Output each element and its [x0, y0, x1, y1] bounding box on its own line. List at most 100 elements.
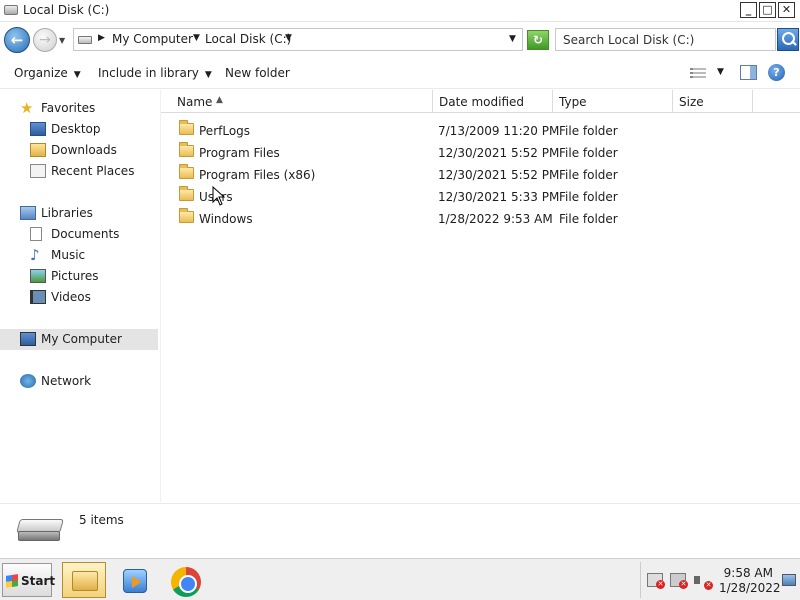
address-dropdown-icon[interactable]: ▼: [509, 34, 516, 44]
close-button[interactable]: ✕: [778, 2, 795, 18]
windows-logo-icon: [6, 574, 18, 588]
start-label: Start: [21, 574, 56, 588]
videos-icon: [30, 290, 46, 304]
column-type-label: Type: [559, 95, 587, 109]
details-pane: 5 items: [0, 503, 800, 558]
nav-desktop-label: Desktop: [51, 122, 101, 136]
file-type: File folder: [559, 190, 618, 204]
nav-network-label: Network: [41, 374, 92, 388]
nav-libraries[interactable]: Libraries: [0, 203, 158, 224]
nav-network[interactable]: Network: [0, 371, 158, 392]
computer-icon: [20, 332, 36, 346]
mouse-cursor-icon: [212, 186, 226, 206]
system-tray: ✕ ✕ ✕ 9:58 AM 1/28/2022: [640, 562, 800, 598]
nav-pictures[interactable]: Pictures: [0, 266, 158, 287]
file-row[interactable]: Program Files (x86) 12/30/2021 5:52 PM F…: [161, 163, 800, 185]
sort-ascending-icon: ▲: [216, 95, 223, 105]
column-date-label: Date modified: [439, 95, 525, 109]
nav-videos[interactable]: Videos: [0, 287, 158, 308]
file-row[interactable]: PerfLogs 7/13/2009 11:20 PM File folder: [161, 119, 800, 141]
search-icon[interactable]: [777, 28, 799, 51]
column-header-size[interactable]: Size: [673, 90, 753, 113]
clock-date: 1/28/2022: [719, 581, 781, 595]
column-header-extra[interactable]: [753, 90, 800, 113]
file-date: 7/13/2009 11:20 PM: [438, 124, 560, 138]
recent-places-icon: [30, 164, 46, 178]
organize-label: Organize: [14, 66, 68, 80]
desktop-icon: [30, 122, 46, 136]
chevron-down-icon: ▼: [73, 70, 81, 80]
include-in-library-label: Include in library: [98, 66, 199, 80]
column-name-label: Name: [177, 95, 213, 109]
breadcrumb-my-computer[interactable]: My Computer: [112, 32, 193, 46]
file-name: PerfLogs: [199, 124, 251, 138]
new-folder-button[interactable]: New folder: [225, 66, 290, 80]
command-bar: Organize ▼ Include in library ▼ New folder…: [0, 57, 800, 89]
music-icon: ♪: [30, 246, 40, 264]
breadcrumb-separator-icon[interactable]: ▼: [285, 33, 292, 43]
nav-music-label: Music: [51, 248, 86, 262]
file-row[interactable]: Windows 1/28/2022 9:53 AM File folder: [161, 207, 800, 229]
file-name: Windows: [199, 212, 253, 226]
taskbar-chrome[interactable]: [165, 562, 209, 598]
breadcrumb-local-disk[interactable]: Local Disk (C:): [205, 32, 291, 46]
title-bar: Local Disk (C:) _ □ ✕: [0, 0, 800, 22]
taskbar-explorer[interactable]: [62, 562, 106, 598]
nav-music[interactable]: ♪ Music: [0, 245, 158, 266]
folder-icon: [179, 120, 194, 135]
show-desktop-icon[interactable]: [782, 574, 796, 586]
pictures-icon: [30, 269, 46, 283]
include-in-library-button[interactable]: Include in library ▼: [98, 66, 212, 80]
nav-downloads[interactable]: Downloads: [0, 140, 158, 161]
file-row[interactable]: Users 12/30/2021 5:33 PM File folder: [161, 185, 800, 207]
column-header-date-modified[interactable]: Date modified: [433, 90, 553, 113]
preview-pane-icon[interactable]: [740, 65, 757, 80]
file-row[interactable]: Program Files 12/30/2021 5:52 PM File fo…: [161, 141, 800, 163]
navigation-pane: ★ Favorites Desktop Downloads Recent Pla…: [0, 90, 158, 502]
back-button[interactable]: ←: [4, 27, 30, 53]
folder-icon: [179, 186, 194, 201]
taskbar-media-player[interactable]: [115, 562, 159, 598]
file-rows: PerfLogs 7/13/2009 11:20 PM File folder …: [161, 119, 800, 229]
nav-documents[interactable]: Documents: [0, 224, 158, 245]
nav-favorites[interactable]: ★ Favorites: [0, 98, 158, 119]
breadcrumb-separator-icon[interactable]: ▶: [98, 33, 105, 43]
volume-icon[interactable]: ✕: [694, 573, 713, 590]
view-options-dropdown-icon[interactable]: ▼: [717, 67, 724, 77]
nav-my-computer-label: My Computer: [41, 332, 122, 346]
folder-icon: [179, 208, 194, 223]
file-date: 12/30/2021 5:52 PM: [438, 146, 560, 160]
clock[interactable]: 9:58 AM 1/28/2022: [719, 566, 781, 596]
breadcrumb-separator-icon[interactable]: ▼: [193, 33, 200, 43]
libraries-icon: [20, 206, 36, 220]
organize-button[interactable]: Organize ▼: [14, 66, 81, 80]
start-button[interactable]: Start: [2, 563, 56, 597]
minimize-button[interactable]: _: [740, 2, 757, 18]
column-header-type[interactable]: Type: [553, 90, 673, 113]
network-status-icon[interactable]: ✕: [670, 573, 688, 589]
nav-favorites-label: Favorites: [41, 101, 96, 115]
recent-pages-dropdown-icon[interactable]: ▼: [59, 36, 65, 45]
breadcrumb[interactable]: ▶ My Computer ▼ Local Disk (C:) ▼ ▼: [73, 28, 523, 51]
file-list: Name ▲ Date modified Type Size PerfLogs …: [160, 90, 800, 502]
hard-drive-icon: [16, 519, 64, 543]
file-date: 12/30/2021 5:33 PM: [438, 190, 560, 204]
nav-desktop[interactable]: Desktop: [0, 119, 158, 140]
nav-my-computer[interactable]: My Computer: [0, 329, 158, 350]
action-center-icon[interactable]: ✕: [647, 573, 665, 589]
nav-pictures-label: Pictures: [51, 269, 99, 283]
help-icon[interactable]: ?: [768, 64, 785, 81]
search-input[interactable]: Search Local Disk (C:): [555, 28, 776, 51]
column-header-name[interactable]: Name ▲: [171, 90, 433, 113]
nav-recent-places[interactable]: Recent Places: [0, 161, 158, 182]
refresh-button[interactable]: ↻: [527, 30, 549, 50]
explorer-window: Local Disk (C:) _ □ ✕ ← → ▼ ▶ My Compute…: [0, 0, 800, 558]
file-date: 12/30/2021 5:52 PM: [438, 168, 560, 182]
forward-button[interactable]: →: [33, 28, 57, 52]
media-player-icon: [123, 569, 147, 593]
nav-documents-label: Documents: [51, 227, 120, 241]
change-view-icon[interactable]: [690, 66, 706, 79]
file-date: 1/28/2022 9:53 AM: [438, 212, 553, 226]
chrome-icon: [171, 567, 201, 597]
maximize-button[interactable]: □: [759, 2, 776, 18]
